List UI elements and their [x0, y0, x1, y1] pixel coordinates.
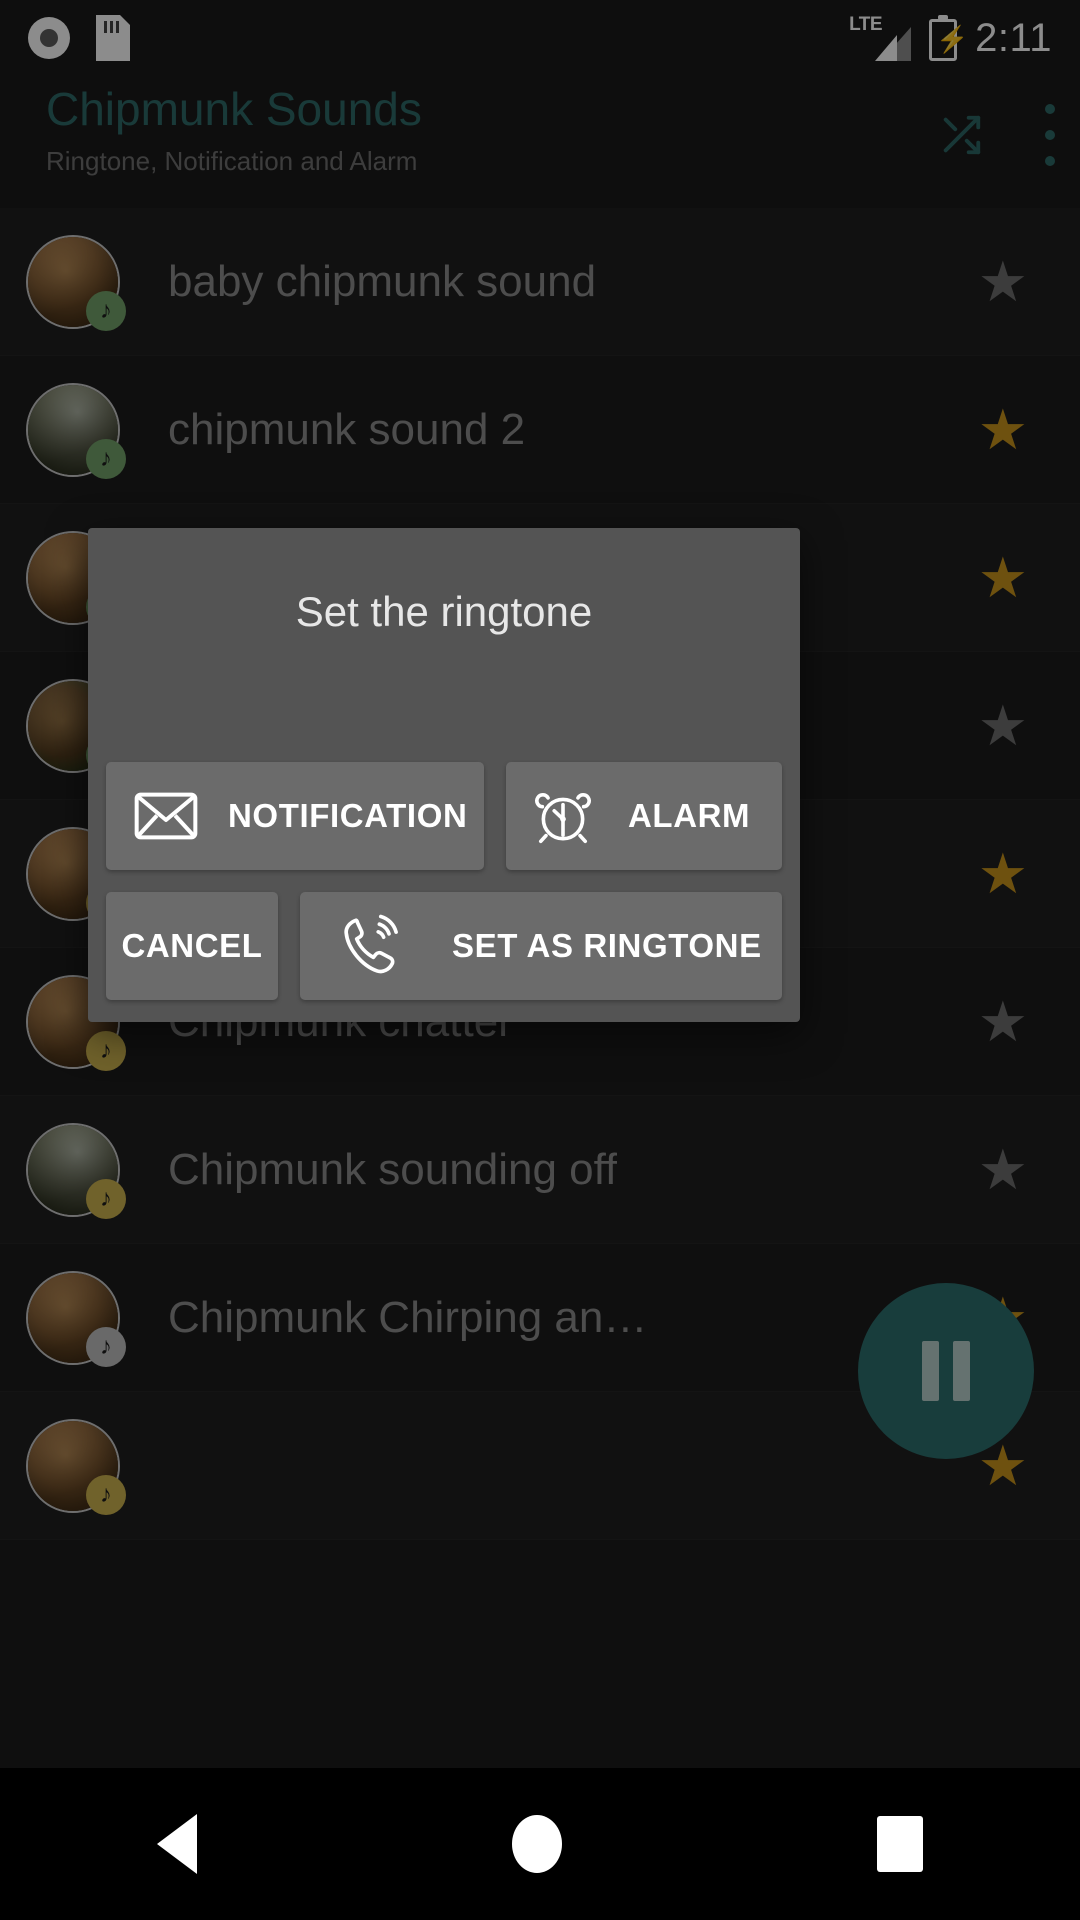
alarm-button-label: ALARM — [628, 797, 751, 834]
home-button-icon[interactable] — [511, 1815, 562, 1873]
envelope-icon — [134, 791, 198, 841]
phone-ringing-icon — [338, 912, 406, 980]
set-as-ringtone-button[interactable]: SET AS RINGTONE — [300, 892, 782, 1000]
set-as-ringtone-button-label: SET AS RINGTONE — [452, 927, 762, 964]
dialog-button-row-primary: NOTIFICATION ALARM — [88, 762, 800, 870]
recents-button-icon[interactable] — [876, 1816, 923, 1872]
alarm-button[interactable]: ALARM — [506, 762, 782, 870]
alarm-clock-icon — [532, 785, 594, 847]
notification-button-label: NOTIFICATION — [228, 797, 468, 834]
dialog-title: Set the ringtone — [295, 588, 593, 635]
system-navigation-bar — [0, 1768, 1080, 1920]
notification-button[interactable]: NOTIFICATION — [106, 762, 484, 870]
set-ringtone-dialog: Set the ringtone NOTIFICATION ALARM CANC… — [88, 528, 800, 1022]
cancel-button[interactable]: CANCEL — [106, 892, 278, 1000]
back-button-icon[interactable] — [157, 1814, 198, 1874]
dialog-button-row-secondary: CANCEL SET AS RINGTONE — [88, 892, 800, 1000]
phone-screen: LTE ⚡ 2:11 Chipmunk Sounds Ringtone, Not… — [0, 0, 1080, 1920]
cancel-button-label: CANCEL — [121, 927, 263, 964]
